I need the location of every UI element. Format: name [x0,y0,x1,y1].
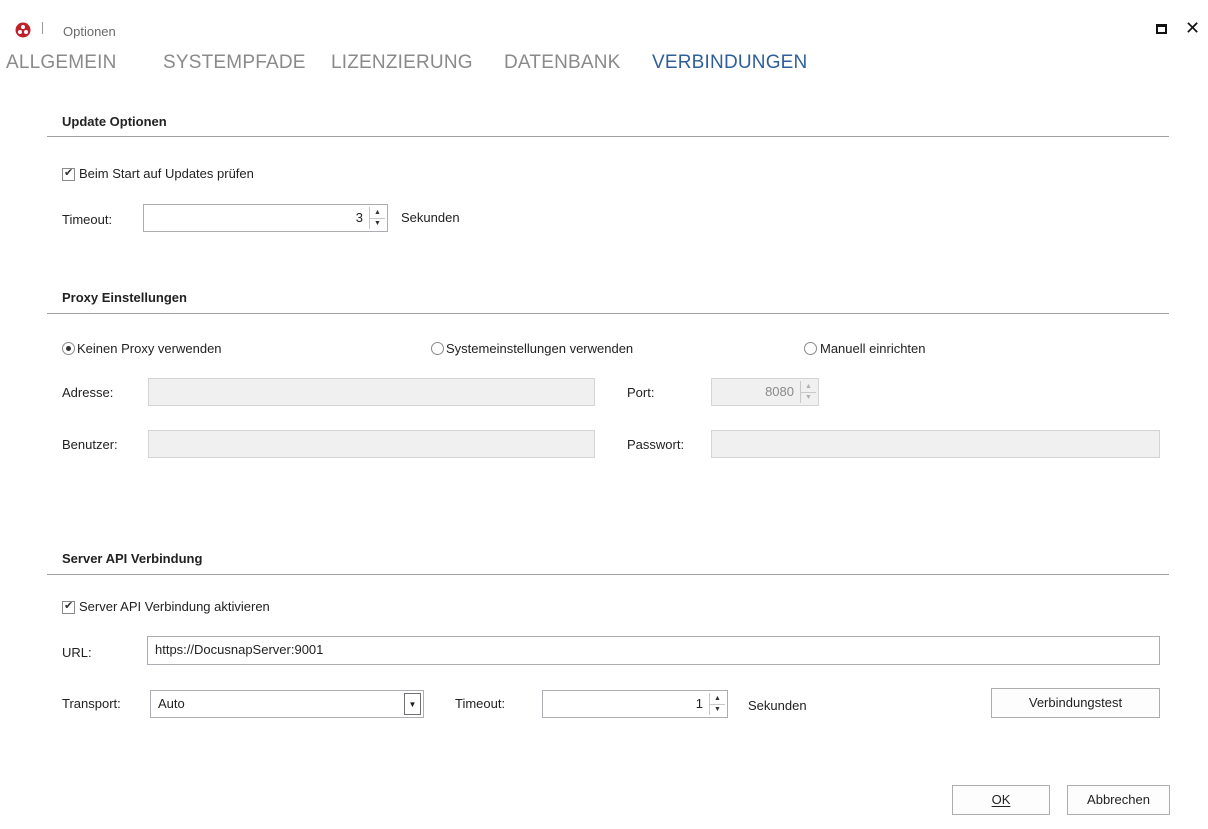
radio-system-proxy-label: Systemeinstellungen verwenden [446,341,634,356]
spin-down-icon[interactable]: ▼ [801,392,816,403]
maximize-icon[interactable] [1156,24,1167,34]
spin-down-icon[interactable]: ▼ [710,704,725,715]
radio-no-proxy-label: Keinen Proxy verwenden [77,341,222,356]
update-section-title: Update Optionen [62,114,167,129]
update-check-label: Beim Start auf Updates prüfen [79,166,254,181]
ok-button-label: OK [991,792,1011,807]
server-timeout-value: 1 [695,696,703,711]
title-divider [42,22,43,34]
spin-down-icon[interactable]: ▼ [370,218,385,229]
app-logo-icon [15,22,31,38]
update-timeout-value: 3 [355,210,363,225]
ok-button[interactable]: OK [952,785,1050,815]
server-transport-label: Transport: [62,696,121,711]
server-activate-label: Server API Verbindung aktivieren [79,599,270,614]
proxy-port-spinner[interactable]: ▲ ▼ [800,381,816,403]
close-icon[interactable]: ✕ [1185,18,1200,39]
radio-no-proxy[interactable] [62,342,75,355]
chevron-down-icon[interactable]: ▼ [404,693,421,715]
server-transport-select[interactable]: Auto ▼ [150,690,424,718]
server-timeout-input[interactable]: 1 ▲ ▼ [542,690,728,718]
server-section-title: Server API Verbindung [62,551,203,566]
connection-test-button[interactable]: Verbindungstest [991,688,1160,718]
update-timeout-input[interactable]: 3 ▲ ▼ [143,204,388,232]
server-timeout-spinner[interactable]: ▲ ▼ [709,693,725,715]
proxy-password-input[interactable] [711,430,1160,458]
server-activate-checkbox[interactable]: ✔ [62,600,75,614]
proxy-address-label: Adresse: [62,385,114,400]
window-title: Optionen [63,24,116,39]
radio-manual-proxy-label: Manuell einrichten [820,341,926,356]
proxy-separator [47,313,1169,314]
server-url-input[interactable]: https://DocusnapServer:9001 [147,636,1160,665]
proxy-password-label: Passwort: [627,437,685,452]
proxy-port-input[interactable]: 8080 ▲ ▼ [711,378,819,406]
update-timeout-spinner[interactable]: ▲ ▼ [369,207,385,229]
proxy-port-label: Port: [627,385,655,400]
tab-datenbank[interactable]: DATENBANK [504,52,621,74]
tab-verbindungen[interactable]: VERBINDUNGEN [652,52,807,74]
tab-lizenzierung[interactable]: LIZENZIERUNG [331,52,473,74]
radio-manual-proxy[interactable] [804,342,817,355]
server-url-label: URL: [62,645,92,660]
server-url-value: https://DocusnapServer:9001 [155,642,324,657]
update-separator [47,136,1169,137]
server-timeout-label: Timeout: [455,696,506,711]
checkmark-icon: ✔ [64,600,74,612]
server-timeout-unit: Sekunden [748,698,807,713]
tab-allgemein[interactable]: ALLGEMEIN [6,52,117,74]
server-separator [47,574,1169,575]
proxy-address-input[interactable] [148,378,595,406]
update-timeout-label: Timeout: [62,212,113,227]
cancel-button[interactable]: Abbrechen [1067,785,1170,815]
proxy-user-input[interactable] [148,430,595,458]
tab-systempfade[interactable]: SYSTEMPFADE [163,52,306,74]
proxy-user-label: Benutzer: [62,437,118,452]
update-check-checkbox[interactable]: ✔ [62,167,75,181]
radio-system-proxy[interactable] [431,342,444,355]
proxy-section-title: Proxy Einstellungen [62,290,187,305]
radio-selected-dot [66,346,71,351]
checkmark-icon: ✔ [64,167,74,179]
server-transport-value: Auto [158,696,185,711]
update-timeout-unit: Sekunden [401,210,460,225]
proxy-port-value: 8080 [765,384,794,399]
